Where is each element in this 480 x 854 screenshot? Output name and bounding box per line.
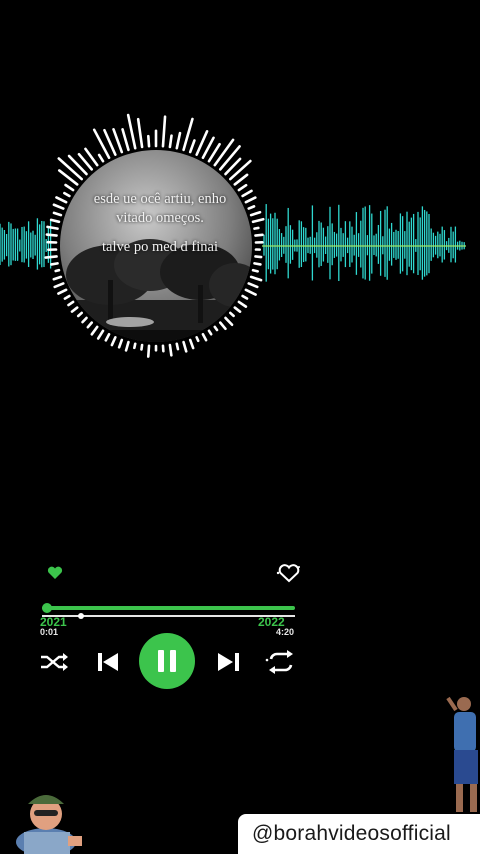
ring-bar xyxy=(52,211,63,217)
skip-next-icon[interactable] xyxy=(214,648,244,676)
ring-bar xyxy=(241,294,249,300)
ring-bar xyxy=(147,134,151,148)
ring-bar xyxy=(233,306,242,313)
heart-outline-icon[interactable] xyxy=(274,562,302,584)
ring-bar xyxy=(121,128,130,152)
ring-bar xyxy=(97,153,105,163)
ring-bar xyxy=(251,217,265,224)
ring-bar xyxy=(168,134,173,149)
ring-bar xyxy=(247,282,259,289)
ring-bar xyxy=(254,255,263,259)
lyrics-line-1: esde ue ocê artiu, enho xyxy=(93,191,227,207)
ring-bar xyxy=(52,275,63,281)
ring-bar xyxy=(207,329,213,336)
cartoon-character-sticker xyxy=(16,795,82,854)
ring-bar xyxy=(124,340,130,352)
ring-bar xyxy=(201,332,208,342)
ring-bar xyxy=(188,139,196,154)
ring-bar xyxy=(117,338,124,349)
ring-bar xyxy=(249,275,263,282)
ring-bar xyxy=(229,159,252,181)
ring-bar xyxy=(213,325,219,332)
ring-bar xyxy=(161,115,167,148)
ring-bar xyxy=(63,294,71,300)
heart-filled-icon[interactable] xyxy=(45,564,65,582)
repeat-icon[interactable] xyxy=(262,648,300,676)
ring-bar xyxy=(133,342,137,350)
ring-bar xyxy=(45,233,58,237)
ring-bar xyxy=(52,203,65,210)
play-pause-button[interactable] xyxy=(139,633,195,689)
ring-bar xyxy=(53,282,65,289)
lyrics-overlay: esde ue ocê artiu, enho vitado omeços. t… xyxy=(72,190,248,257)
ring-bar xyxy=(55,196,68,204)
ring-bar xyxy=(104,332,111,342)
ring-bar xyxy=(188,338,195,350)
ring-bar xyxy=(237,300,248,308)
ring-bar xyxy=(90,325,99,336)
watermark-handle: @borahvideosofficial xyxy=(252,822,451,845)
ring-bar xyxy=(253,262,262,266)
ring-bar xyxy=(182,340,188,353)
ring-bar xyxy=(86,321,94,329)
ring-bar xyxy=(46,225,59,230)
ring-bar xyxy=(126,113,137,150)
ring-bar xyxy=(224,316,234,327)
ring-bar xyxy=(254,233,264,237)
progress-bar[interactable] xyxy=(42,603,295,613)
ring-bar xyxy=(81,316,88,324)
shuffle-icon[interactable] xyxy=(38,650,72,674)
pause-icon xyxy=(158,650,176,672)
ring-bar xyxy=(44,255,58,259)
total-time: 4:20 xyxy=(276,627,295,637)
dancing-person-sticker xyxy=(446,696,478,812)
ring-bar xyxy=(233,173,249,186)
ring-bar xyxy=(140,343,144,351)
ring-bar xyxy=(168,343,173,357)
ring-bar xyxy=(70,306,79,313)
ring-bar xyxy=(247,205,256,210)
ring-bar xyxy=(112,127,124,154)
ring-bar xyxy=(213,138,235,167)
ring-bar xyxy=(195,336,200,343)
ring-bar xyxy=(57,288,68,295)
ring-bar xyxy=(218,321,227,331)
ring-bar xyxy=(49,218,61,224)
ring-bar xyxy=(146,344,151,358)
secondary-knob xyxy=(78,613,84,619)
ring-bar xyxy=(63,191,71,198)
ring-bar xyxy=(136,117,144,149)
ring-bar xyxy=(175,131,182,150)
ring-bar xyxy=(218,145,241,171)
elapsed-time: 0:01 xyxy=(40,627,59,637)
ring-bar xyxy=(54,268,61,273)
ring-bar xyxy=(50,262,59,266)
ring-bar xyxy=(229,311,235,318)
ring-bar xyxy=(253,226,260,230)
lyrics-gap xyxy=(72,228,248,238)
ring-bar xyxy=(175,342,180,351)
lyrics-line-2: vitado omeços. xyxy=(116,210,204,226)
ring-bar xyxy=(249,210,262,217)
ring-bar xyxy=(182,117,194,152)
ring-bar xyxy=(244,288,257,296)
ring-bar xyxy=(76,311,83,318)
progress-knob[interactable] xyxy=(42,603,53,613)
lyrics-line-3: talve po med d finai xyxy=(102,239,218,255)
skip-previous-icon[interactable] xyxy=(94,648,122,676)
ring-bar xyxy=(57,157,83,181)
ring-bar xyxy=(67,300,75,307)
ring-bar xyxy=(251,268,259,273)
ring-bar xyxy=(110,336,117,347)
ring-bar xyxy=(96,329,105,340)
